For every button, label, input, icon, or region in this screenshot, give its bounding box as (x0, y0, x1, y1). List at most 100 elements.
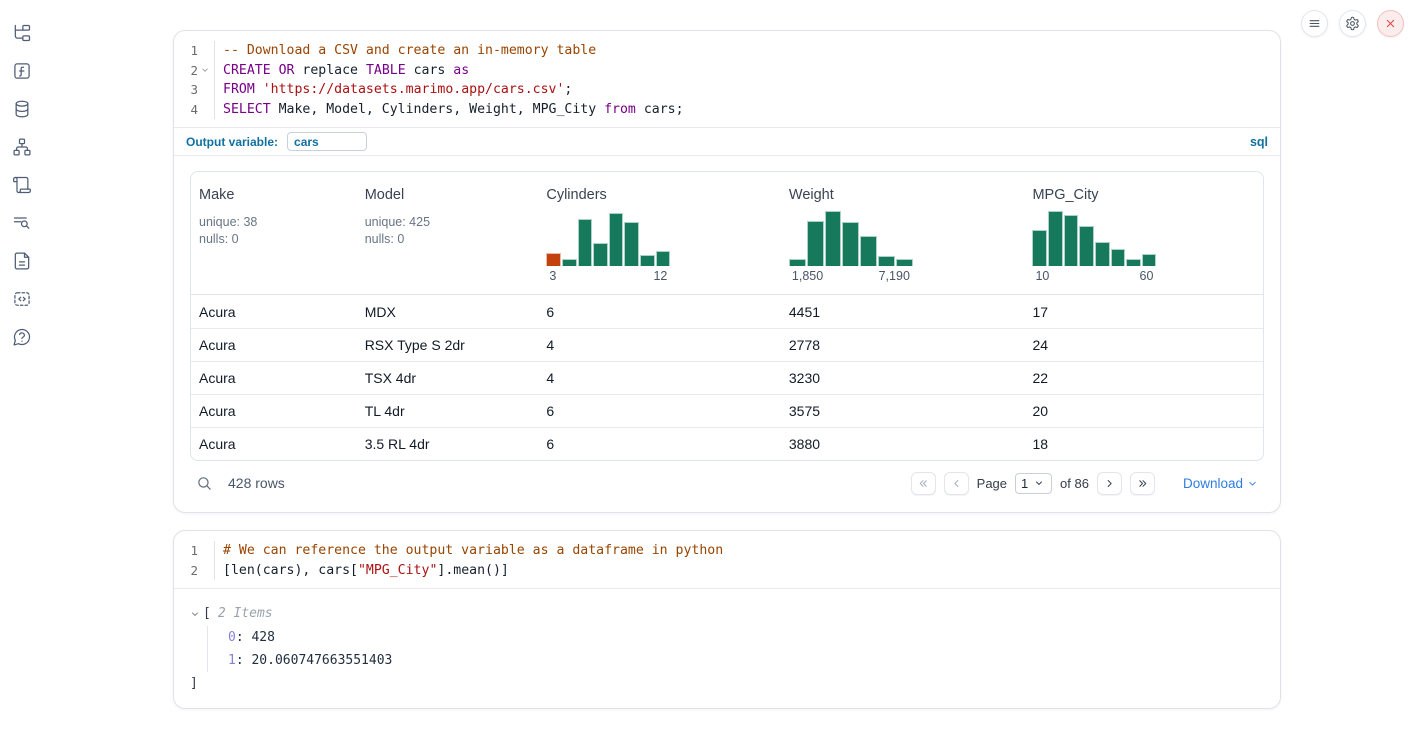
table-cell: TL 4dr (357, 403, 539, 419)
table-cell: Acura (191, 337, 357, 353)
line-number: 2 (174, 563, 198, 578)
file-explorer-button[interactable] (11, 22, 33, 44)
histogram-max-label: 7,190 (879, 269, 910, 283)
page-select-value: 1 (1021, 476, 1028, 491)
histogram-bar (562, 259, 577, 266)
output-variable-bar: Output variable: sql (174, 127, 1280, 155)
column-header-label[interactable]: Cylinders (546, 186, 781, 205)
search-button[interactable] (190, 475, 213, 492)
code-token: ; (564, 82, 572, 97)
histogram-min-label: 10 (1035, 269, 1049, 283)
histogram-bar (878, 256, 895, 266)
code-token: cars; (636, 102, 684, 117)
code-token: replace (294, 63, 365, 78)
code-line[interactable]: 1 # We can reference the output variable … (174, 541, 1280, 561)
last-page-button[interactable] (1130, 472, 1155, 495)
table-row: AcuraRSX Type S 2dr4277824 (191, 328, 1263, 361)
column-stats: unique: 38nulls: 0 (199, 214, 357, 248)
column-histogram: 1060 (1032, 209, 1156, 283)
download-button[interactable]: Download (1183, 476, 1258, 491)
helper-sidebar (0, 0, 44, 729)
sql-cell: 1-- Download a CSV and create an in-memo… (173, 30, 1281, 513)
line-number: 2 (174, 63, 198, 78)
table-header-cell: Modelunique: 425nulls: 0 (357, 172, 539, 294)
histogram-bar (624, 222, 639, 266)
table-cell: 17 (1024, 304, 1263, 320)
list-entries: 0: 4281: 20.060747663551403 (207, 626, 1264, 672)
histogram-bar (1032, 230, 1047, 266)
code-line[interactable]: 2[len(cars), cars["MPG_City"].mean()] (174, 561, 1280, 581)
chevron-right-icon (1103, 477, 1116, 490)
settings-button[interactable] (1339, 10, 1366, 37)
next-page-button[interactable] (1097, 472, 1122, 495)
table-cell: 2778 (781, 337, 1025, 353)
column-header-label[interactable]: Weight (789, 186, 1025, 205)
shutdown-button[interactable] (1377, 10, 1404, 37)
column-header-label[interactable]: Model (365, 186, 539, 205)
python-code-editor[interactable]: 1 # We can reference the output variable … (174, 531, 1280, 588)
sql-cell-output: Makeunique: 38nulls: 0Modelunique: 425nu… (174, 155, 1280, 512)
table-body: AcuraMDX6445117AcuraRSX Type S 2dr427782… (191, 295, 1263, 460)
table-cell: 4 (538, 337, 781, 353)
sql-code-editor[interactable]: 1-- Download a CSV and create an in-memo… (174, 31, 1280, 127)
documentation-button[interactable] (11, 250, 33, 272)
histogram-bar (656, 251, 671, 266)
notebook-actions (1301, 10, 1404, 37)
table-cell: 6 (538, 403, 781, 419)
code-token: "MPG_City" (358, 563, 437, 578)
code-token: as (453, 63, 469, 78)
line-number: 4 (174, 102, 198, 117)
page-label: Page (977, 476, 1007, 491)
help-button[interactable] (11, 326, 33, 348)
first-page-button[interactable] (911, 472, 936, 495)
column-stat: unique: 425 (365, 214, 539, 231)
code-line[interactable]: 3FROM 'https://datasets.marimo.app/cars.… (174, 80, 1280, 100)
marimo-notebook: 1-- Download a CSV and create an in-memo… (0, 0, 1408, 729)
histogram-bar (896, 259, 913, 266)
code-line[interactable]: 2CREATE OR replace TABLE cars as (174, 61, 1280, 81)
histogram-axis-labels: 1,8507,190 (789, 269, 913, 283)
scripts-button[interactable] (11, 174, 33, 196)
code-token: cars (406, 63, 454, 78)
page-select[interactable]: 1 (1015, 473, 1052, 494)
histogram-max-label: 12 (653, 269, 667, 283)
table-cell: 3880 (781, 436, 1025, 452)
table-header-cell: MPG_City 1060 (1024, 172, 1263, 294)
code-token: FROM (223, 82, 255, 97)
output-variable-input[interactable] (287, 132, 367, 151)
functions-button[interactable] (11, 60, 33, 82)
table-cell: 20 (1024, 403, 1263, 419)
chevrons-left-icon (917, 477, 930, 490)
fold-toggle[interactable] (198, 65, 212, 75)
histogram-bar (578, 219, 593, 266)
table-row: AcuraTL 4dr6357520 (191, 394, 1263, 427)
histogram-bar (789, 259, 806, 266)
table-header-cell: Make unique: 38nulls: 0 (191, 172, 357, 294)
dependency-graph-button[interactable] (11, 136, 33, 158)
table-header-cell: Cylinders 3 12 (538, 172, 781, 294)
histogram-min-label: 3 (549, 269, 556, 283)
datasources-button[interactable] (11, 98, 33, 120)
histogram-bar (593, 243, 608, 266)
python-cell-output: [ 2 Items 0: 4281: 20.060747663551403 ] (174, 588, 1280, 708)
code-token: Make, Model, Cylinders, Weight, MPG_City (271, 102, 604, 117)
column-header-label[interactable]: MPG_City (1032, 186, 1263, 205)
line-number: 1 (174, 543, 198, 558)
previous-page-button[interactable] (944, 472, 969, 495)
gear-icon (1345, 16, 1360, 31)
collapse-toggle[interactable] (190, 609, 203, 619)
list-item-separator: : (236, 630, 252, 645)
code-line[interactable]: 4SELECT Make, Model, Cylinders, Weight, … (174, 100, 1280, 120)
column-header-label[interactable]: Make (199, 186, 357, 205)
code-token (255, 82, 263, 97)
code-line[interactable]: 1-- Download a CSV and create an in-memo… (174, 41, 1280, 61)
histogram-bar (546, 253, 561, 266)
snippets-button[interactable] (11, 288, 33, 310)
code-token: 'https://datasets.marimo.app/cars.csv' (263, 82, 565, 97)
menu-button[interactable] (1301, 10, 1328, 37)
logs-button[interactable] (11, 212, 33, 234)
code-line-text: # We can reference the output variable a… (214, 541, 1280, 561)
table-cell: 4 (538, 370, 781, 386)
close-bracket: ] (190, 674, 1264, 694)
histogram-bar (842, 222, 859, 266)
